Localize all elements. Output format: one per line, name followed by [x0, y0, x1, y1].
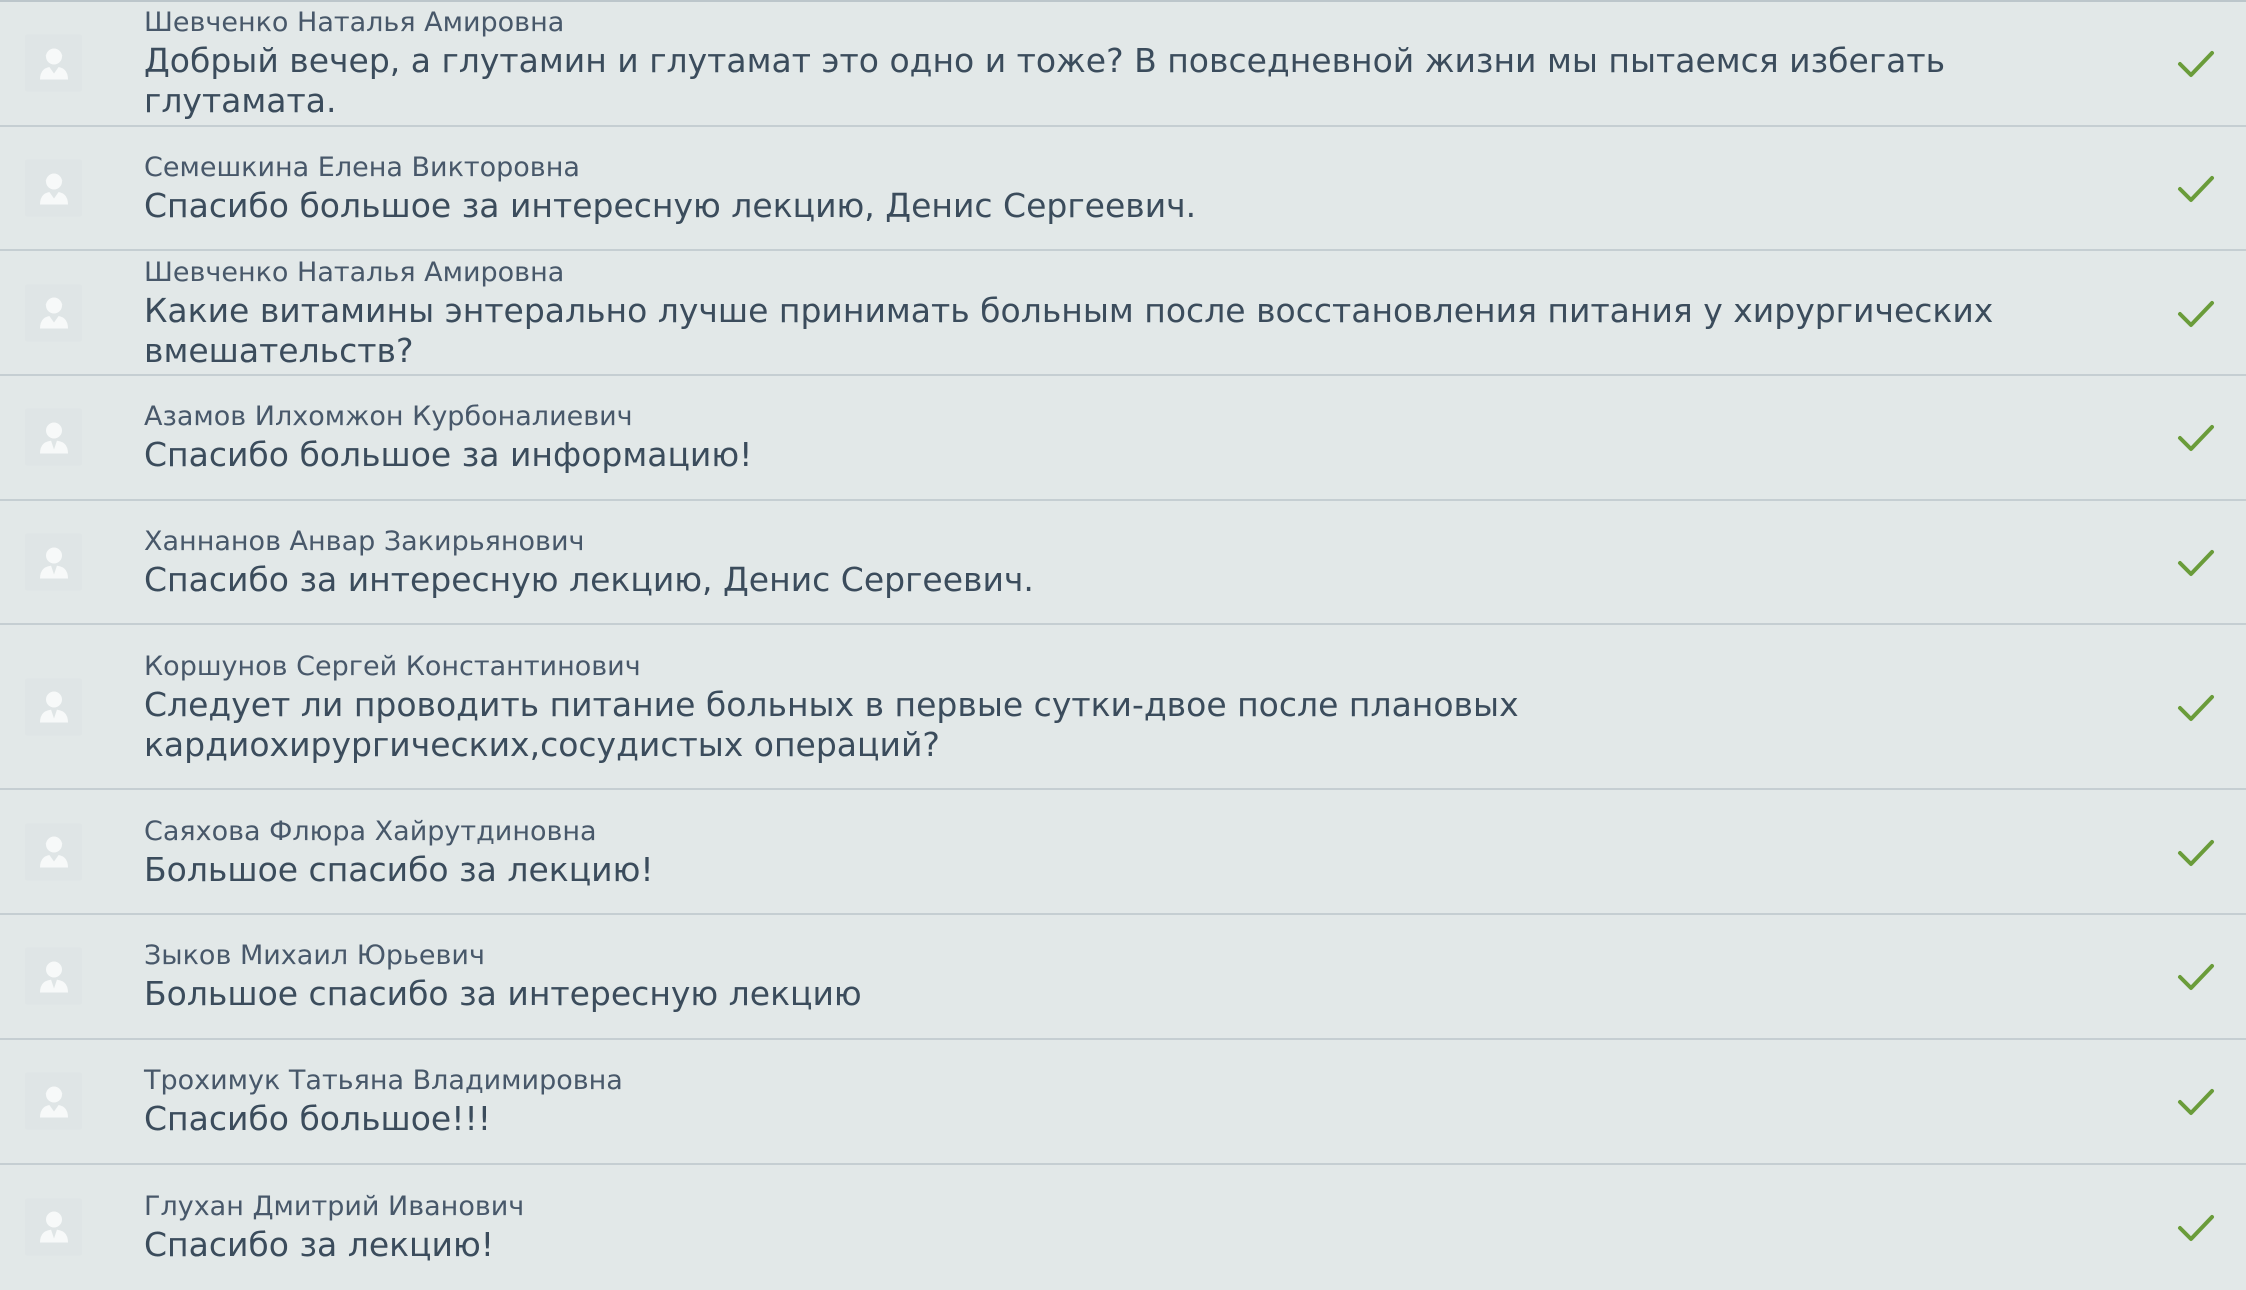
comment-message: Спасибо за лекцию!: [144, 1224, 494, 1264]
male-user-icon: [25, 408, 82, 466]
approved-check-icon[interactable]: [2176, 417, 2216, 457]
comment-row: Азамов Илхомжон Курбоналиевич Спасибо бо…: [0, 376, 2246, 501]
approved-check-icon[interactable]: [2176, 293, 2216, 333]
comment-row: Трохимук Татьяна Владимировна Спасибо бо…: [0, 1039, 2246, 1165]
comment-message: Большое спасибо за лекцию!: [144, 849, 654, 889]
approved-check-icon[interactable]: [2176, 168, 2216, 208]
comment-author: Азамов Илхомжон Курбоналиевич: [144, 401, 633, 433]
comment-author: Зыков Михаил Юрьевич: [144, 940, 485, 972]
comments-feed: Шевченко Наталья Амировна Добрый вечер, …: [0, 0, 2246, 1290]
comment-author: Шевченко Наталья Амировна: [144, 7, 565, 39]
comment-row: Ханнанов Анвар Закирьянович Спасибо за и…: [0, 500, 2246, 626]
female-user-icon: [25, 34, 82, 92]
comment-author: Шевченко Наталья Амировна: [144, 256, 565, 288]
male-user-icon: [25, 947, 82, 1005]
male-user-icon: [25, 678, 82, 736]
comment-message: Спасибо большое за интересную лекцию, Де…: [144, 186, 1197, 226]
male-user-icon: [25, 533, 82, 591]
approved-check-icon[interactable]: [2176, 43, 2216, 83]
comment-author: Глухан Дмитрий Иванович: [144, 1190, 525, 1222]
male-user-icon: [25, 1198, 82, 1256]
comment-row: Зыков Михаил Юрьевич Большое спасибо за …: [0, 915, 2246, 1040]
comment-message: Какие витамины энтерально лучше принимат…: [144, 290, 1994, 370]
comment-row: Семешкина Елена Викторовна Спасибо больш…: [0, 126, 2246, 252]
female-user-icon: [25, 823, 82, 881]
comment-message: Следует ли проводить питание больных в п…: [144, 684, 1519, 764]
approved-check-icon[interactable]: [2176, 832, 2216, 872]
comment-author: Коршунов Сергей Константинович: [144, 650, 641, 682]
comment-row: Шевченко Наталья Амировна Добрый вечер, …: [0, 2, 2246, 127]
female-user-icon: [25, 1072, 82, 1130]
comment-message: Добрый вечер, а глутамин и глутамат это …: [144, 41, 1946, 121]
female-user-icon: [25, 284, 82, 342]
comment-message: Спасибо за интересную лекцию, Денис Серг…: [144, 560, 1034, 600]
comment-author: Саяхова Флюра Хайрутдиновна: [144, 815, 597, 847]
comment-row: Шевченко Наталья Амировна Какие витамины…: [0, 251, 2246, 377]
approved-check-icon[interactable]: [2176, 1081, 2216, 1121]
approved-check-icon[interactable]: [2176, 956, 2216, 996]
comment-message: Большое спасибо за интересную лекцию: [144, 974, 862, 1014]
comment-author: Семешкина Елена Викторовна: [144, 152, 580, 184]
comment-author: Ханнанов Анвар Закирьянович: [144, 526, 585, 558]
comment-row: Саяхова Флюра Хайрутдиновна Большое спас…: [0, 790, 2246, 916]
female-user-icon: [25, 159, 82, 217]
comment-row: Глухан Дмитрий Иванович Спасибо за лекци…: [0, 1164, 2246, 1290]
approved-check-icon[interactable]: [2176, 1207, 2216, 1247]
comment-author: Трохимук Татьяна Владимировна: [144, 1065, 623, 1097]
comment-row: Коршунов Сергей Константинович Следует л…: [0, 625, 2246, 791]
comment-message: Спасибо большое!!!: [144, 1099, 491, 1139]
approved-check-icon[interactable]: [2176, 687, 2216, 727]
approved-check-icon[interactable]: [2176, 542, 2216, 582]
comment-message: Спасибо большое за информацию!: [144, 435, 753, 475]
